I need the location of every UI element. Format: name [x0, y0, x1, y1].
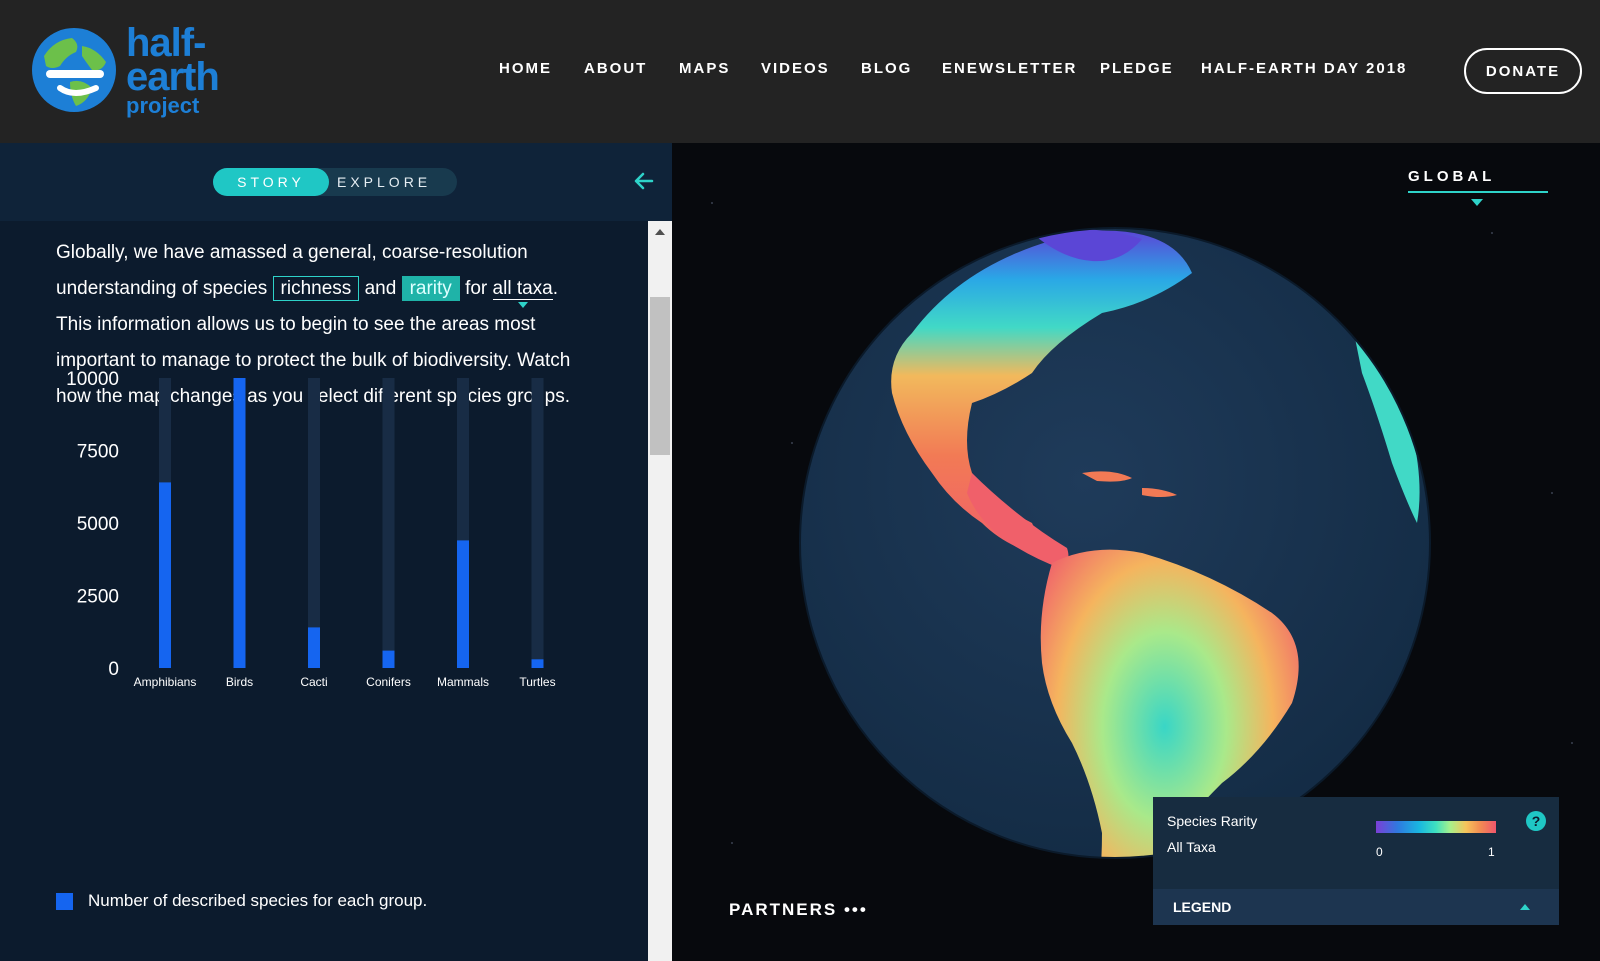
bar-mammals[interactable] — [457, 540, 469, 668]
nav-videos[interactable]: VIDEOS — [761, 60, 830, 77]
rarity-option[interactable]: rarity — [401, 276, 460, 301]
logo-text: half- earth project — [126, 23, 220, 118]
top-header: half- earth project HOME ABOUT MAPS VIDE… — [0, 0, 1600, 143]
chevron-up-icon — [1520, 904, 1530, 910]
taxa-dropdown-label: all taxa — [492, 278, 553, 299]
legend-max: 1 — [1488, 845, 1495, 859]
bar-conifers[interactable] — [382, 650, 395, 668]
x-tick-label: Birds — [226, 675, 253, 689]
bar-track — [308, 378, 320, 668]
bar-track — [382, 378, 395, 668]
y-tick-label: 5000 — [77, 514, 119, 535]
nav-home[interactable]: HOME — [499, 60, 552, 77]
bar-turtles[interactable] — [531, 659, 544, 668]
scroll-thumb[interactable] — [650, 297, 670, 455]
chart-legend-label: Number of described species for each gro… — [88, 891, 428, 910]
legend-min: 0 — [1376, 845, 1383, 859]
y-tick-label: 2500 — [77, 587, 119, 608]
nav-about[interactable]: ABOUT — [584, 60, 647, 77]
species-bar-chart: 0 2500 5000 7500 10000 Amphibians Birds Cacti Co… — [66, 369, 555, 689]
bar-birds[interactable] — [233, 378, 246, 668]
x-tick-label: Cacti — [300, 675, 327, 689]
for-word: for — [465, 278, 488, 299]
nav-half-earth-day[interactable]: HALF-EARTH DAY 2018 — [1201, 60, 1407, 77]
x-tick-label: Amphibians — [134, 675, 197, 689]
donate-button[interactable]: DONATE — [1464, 48, 1582, 94]
globe-logo-icon — [32, 28, 116, 112]
y-tick-label: 0 — [108, 659, 119, 680]
logo-line-2: earth — [126, 55, 220, 100]
bar-track — [531, 378, 544, 668]
legend-toggle-label: LEGEND — [1173, 899, 1232, 915]
bar-amphibians[interactable] — [159, 482, 171, 668]
nav-blog[interactable]: BLOG — [861, 60, 912, 77]
chevron-down-icon[interactable] — [1471, 199, 1483, 206]
tab-story[interactable]: STORY — [213, 168, 329, 196]
partners-button[interactable]: PARTNERS ••• — [729, 900, 868, 920]
legend-toggle[interactable]: LEGEND — [1153, 889, 1559, 925]
species-chart: 0 2500 5000 7500 10000 Amphibians Birds Cacti Co… — [50, 368, 610, 708]
nav-enewsletter[interactable]: ENEWSLETTER — [942, 60, 1077, 77]
story-paragraph-1: Globally, we have amassed a general, coa… — [56, 235, 576, 308]
legend-subtitle: All Taxa — [1167, 839, 1216, 855]
panel-scrollbar[interactable] — [648, 221, 672, 961]
story-explore-toggle: STORY EXPLORE — [213, 168, 457, 196]
taxa-dropdown[interactable]: all taxa — [492, 278, 553, 308]
bar-cacti[interactable] — [308, 627, 320, 668]
and-word: and — [364, 278, 397, 299]
richness-option[interactable]: richness — [272, 276, 360, 301]
y-tick-label: 7500 — [77, 442, 119, 463]
half-earth-logo[interactable]: half- earth project — [30, 23, 230, 121]
help-icon[interactable]: ? — [1526, 811, 1546, 831]
nav-pledge[interactable]: PLEDGE — [1100, 60, 1174, 77]
legend-color-scale — [1376, 821, 1496, 833]
x-tick-label: Mammals — [437, 675, 489, 689]
logo-line-3: project — [126, 92, 200, 118]
legend-title: Species Rarity — [1167, 813, 1258, 829]
nav-maps[interactable]: MAPS — [679, 60, 730, 77]
tab-explore[interactable]: EXPLORE — [337, 168, 453, 196]
panel-header: STORY EXPLORE — [0, 143, 672, 221]
y-tick-label: 10000 — [66, 369, 119, 390]
chart-legend-swatch — [56, 893, 73, 910]
map-legend: Species Rarity All Taxa 0 1 ? LEGEND — [1153, 797, 1559, 925]
scope-underline — [1408, 191, 1548, 193]
scope-selector[interactable]: GLOBAL — [1408, 168, 1495, 185]
x-tick-label: Turtles — [519, 675, 555, 689]
x-tick-label: Conifers — [366, 675, 411, 689]
scroll-up-arrow-icon[interactable] — [655, 229, 665, 235]
chevron-down-icon — [517, 302, 528, 308]
period: . — [552, 278, 559, 299]
arrow-left-icon[interactable] — [632, 169, 656, 193]
